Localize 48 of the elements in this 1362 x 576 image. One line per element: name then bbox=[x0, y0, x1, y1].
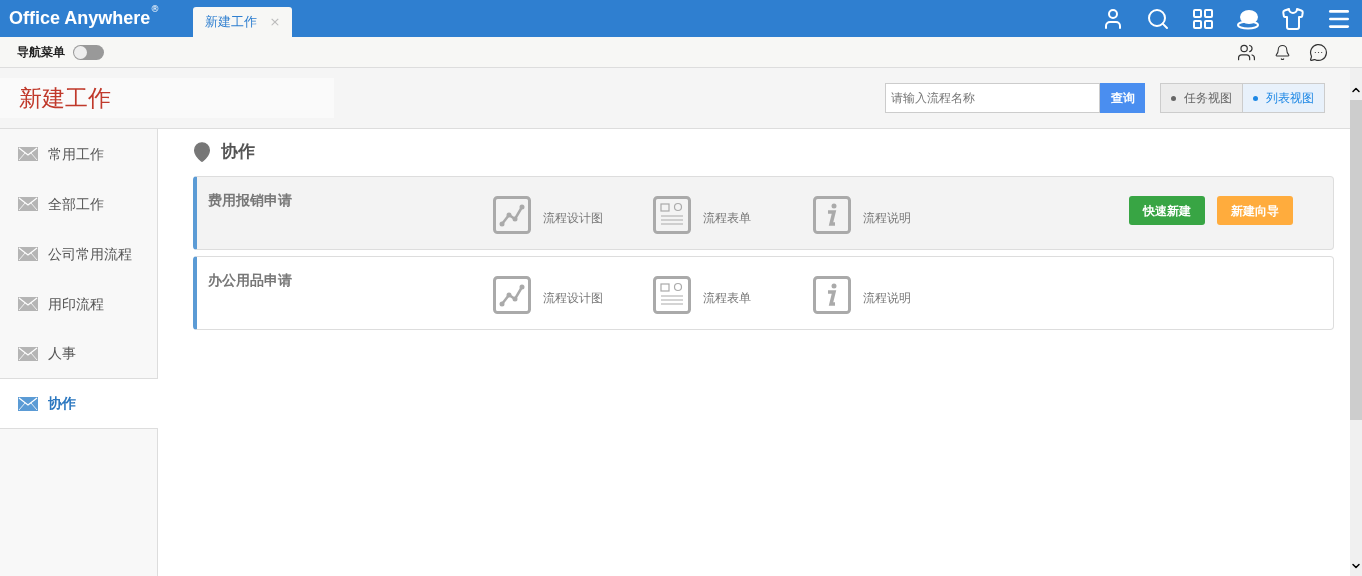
registered-mark: ® bbox=[150, 3, 160, 16]
nav-menu-switch[interactable] bbox=[73, 44, 104, 60]
flow-name: 费用报销申请 bbox=[208, 191, 293, 210]
envelope-icon bbox=[18, 346, 38, 361]
brand-logo: Office Anywhere bbox=[9, 7, 151, 30]
info-icon bbox=[813, 196, 851, 234]
flow-link[interactable]: 流程表单 bbox=[653, 196, 813, 234]
sidebar-item[interactable]: 全部工作 bbox=[0, 179, 157, 229]
view-tab[interactable]: 列表视图 bbox=[1242, 84, 1324, 112]
view-tab[interactable]: 任务视图 bbox=[1161, 84, 1242, 112]
shirt-icon[interactable] bbox=[1281, 6, 1305, 31]
search-icon[interactable] bbox=[1146, 6, 1170, 31]
flow-link[interactable]: 流程表单 bbox=[653, 276, 813, 314]
envelope-icon bbox=[18, 247, 38, 261]
sidebar-item[interactable]: 人事 bbox=[0, 329, 157, 379]
form-icon bbox=[653, 276, 691, 314]
info-icon bbox=[813, 276, 851, 314]
page-title: 新建工作 bbox=[19, 83, 111, 113]
contacts-icon[interactable] bbox=[1237, 42, 1256, 62]
flow-action-button[interactable]: 快速新建 bbox=[1129, 196, 1205, 225]
envelope-icon bbox=[18, 147, 38, 161]
flow-link[interactable]: 流程说明 bbox=[813, 276, 973, 314]
nav-menu-label: 导航菜单 bbox=[17, 44, 65, 61]
sidebar-item[interactable]: 公司常用流程 bbox=[0, 229, 157, 279]
sidebar-item[interactable]: 协作 bbox=[0, 379, 158, 429]
flow-card[interactable]: 费用报销申请 流程设计图 流程表单 流程说明 快速新建 新建向导 bbox=[193, 176, 1334, 250]
flow-link[interactable]: 流程说明 bbox=[813, 196, 973, 234]
section-title: 协作 bbox=[221, 140, 255, 164]
form-icon bbox=[653, 196, 691, 234]
flow-card[interactable]: 办公用品申请 流程设计图 流程表单 流程说明 bbox=[193, 256, 1334, 330]
search-field[interactable]: 请输入流程名称 bbox=[885, 83, 1100, 113]
search-button[interactable]: 查询 bbox=[1100, 83, 1145, 113]
scrollbar-thumb[interactable] bbox=[1350, 100, 1362, 420]
tab-label: 新建工作 bbox=[205, 13, 258, 32]
bell-icon[interactable] bbox=[1274, 43, 1291, 61]
flow-link[interactable]: 流程设计图 bbox=[493, 276, 653, 314]
apps-icon[interactable] bbox=[1191, 6, 1215, 31]
envelope-icon bbox=[18, 197, 38, 211]
chat-bubble-icon[interactable] bbox=[1236, 7, 1260, 30]
envelope-icon bbox=[18, 297, 38, 311]
tab[interactable]: 新建工作 × bbox=[193, 7, 293, 37]
sidebar-item[interactable]: 用印流程 bbox=[0, 279, 157, 329]
flow-name: 办公用品申请 bbox=[208, 271, 293, 290]
location-pin-icon bbox=[191, 141, 213, 163]
envelope-icon bbox=[18, 396, 38, 411]
sidebar-item[interactable]: 常用工作 bbox=[0, 129, 157, 179]
flow-link[interactable]: 流程设计图 bbox=[493, 196, 653, 234]
message-icon[interactable] bbox=[1309, 42, 1328, 62]
